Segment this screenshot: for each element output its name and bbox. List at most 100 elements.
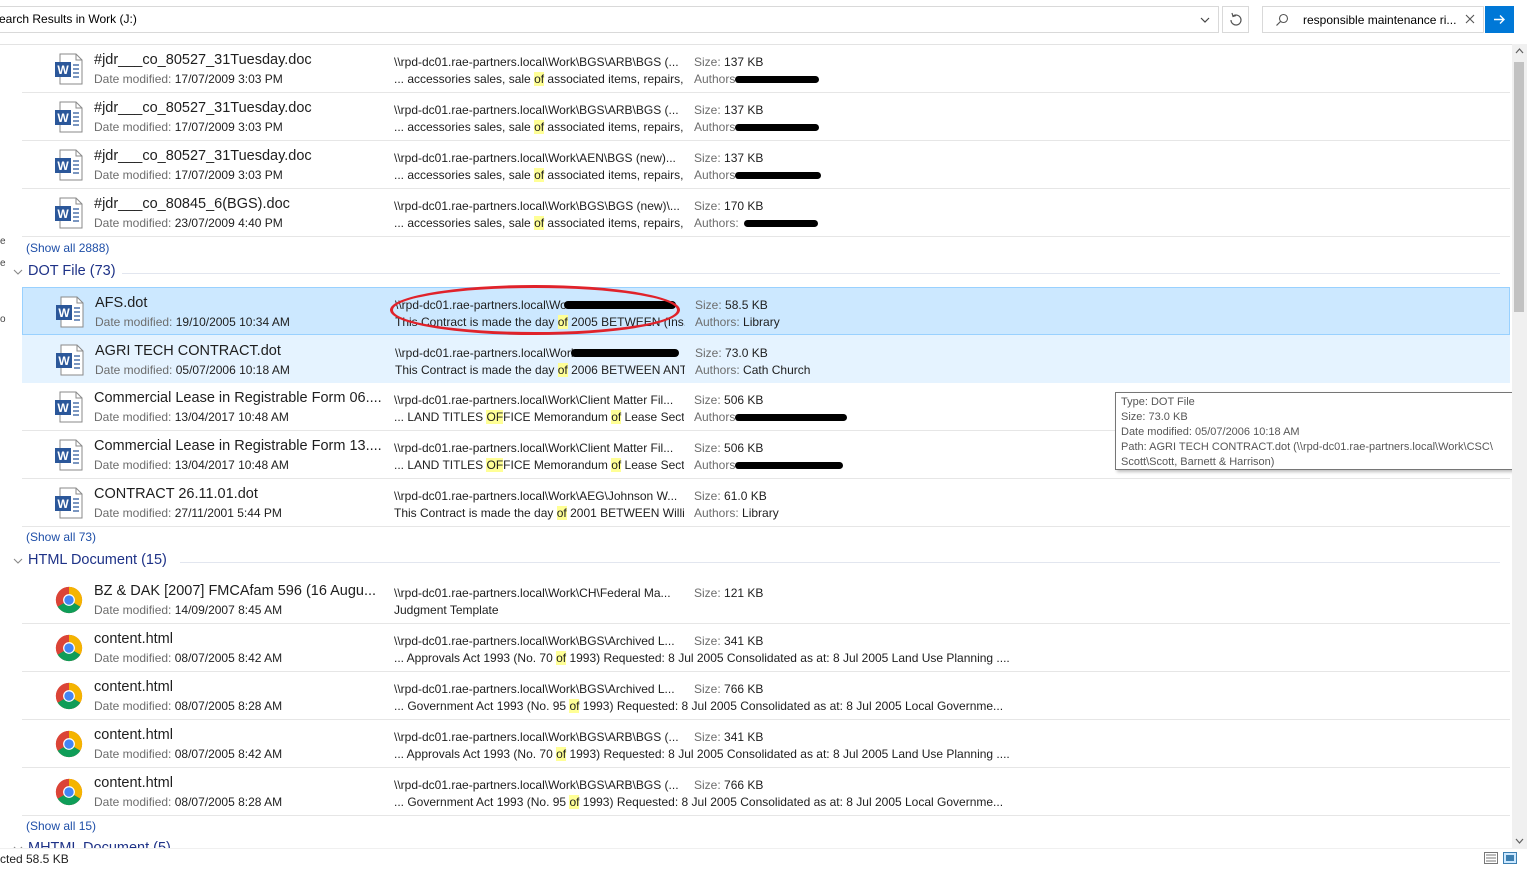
file-path: \\rpd-dc01.rae-partners.local\Work\BGS\A…: [394, 634, 675, 648]
chrome-icon: [55, 586, 83, 614]
file-name[interactable]: AFS.dot: [95, 295, 385, 311]
large-icons-view-icon[interactable]: [1503, 852, 1517, 864]
list-item[interactable]: W #jdr___co_80845_6(BGS).doc Date modifi…: [22, 189, 1510, 237]
search-input[interactable]: responsible maintenance ri...: [1303, 13, 1461, 27]
list-item[interactable]: content.html Date modified: 08/07/2005 8…: [22, 768, 1510, 816]
file-name[interactable]: #jdr___co_80527_31Tuesday.doc: [94, 148, 384, 164]
list-item[interactable]: content.html Date modified: 08/07/2005 8…: [22, 720, 1510, 768]
date-modified: Date modified: 08/07/2005 8:42 AM: [94, 747, 283, 761]
file-name[interactable]: #jdr___co_80527_31Tuesday.doc: [94, 52, 384, 68]
date-modified: Date modified: 17/07/2009 3:03 PM: [94, 120, 283, 134]
scroll-down-icon[interactable]: [1515, 838, 1524, 844]
list-item[interactable]: W #jdr___co_80527_31Tuesday.doc Date mod…: [22, 45, 1510, 93]
scrollbar-thumb[interactable]: [1514, 62, 1524, 312]
date-modified: Date modified: 23/07/2009 4:40 PM: [94, 216, 283, 230]
tooltip-type: Type: DOT File: [1121, 396, 1195, 408]
word-document-icon: W: [55, 197, 83, 229]
date-modified: Date modified: 17/07/2009 3:03 PM: [94, 72, 283, 86]
svg-text:W: W: [57, 111, 69, 125]
list-item-hovered[interactable]: W AGRI TECH CONTRACT.dot Date modified: …: [22, 335, 1510, 383]
file-name[interactable]: BZ & DAK [2007] FMCAfam 596 (16 Augu...: [94, 583, 384, 599]
file-name[interactable]: Commercial Lease in Registrable Form 06.…: [94, 390, 384, 406]
annotation-circle: [390, 285, 680, 335]
list-item[interactable]: content.html Date modified: 08/07/2005 8…: [22, 624, 1510, 672]
group-title: HTML Document (15): [28, 552, 167, 568]
file-path: \\rpd-dc01.rae-partners.local\Work\BGS\A…: [394, 103, 679, 117]
file-size: Size: 170 KB: [694, 199, 764, 213]
date-modified: Date modified: 17/07/2009 3:03 PM: [94, 168, 283, 182]
file-name[interactable]: content.html: [94, 679, 384, 695]
group-header-mhtml[interactable]: MHTML Document (5): [12, 839, 1512, 848]
file-size: Size: 341 KB: [694, 634, 764, 648]
file-name[interactable]: content.html: [94, 775, 384, 791]
date-modified: Date modified: 05/07/2006 10:18 AM: [95, 363, 290, 377]
redaction-mark: [734, 124, 819, 132]
file-name[interactable]: CONTRACT 26.11.01.dot: [94, 486, 384, 502]
redaction-mark: [734, 172, 821, 180]
file-name[interactable]: content.html: [94, 631, 384, 647]
file-authors: Authors:: [694, 410, 847, 424]
file-path: \\rpd-dc01.rae-partners.local\Work\AEN\B…: [394, 151, 676, 165]
content-snippet: ... accessories sales, sale of associate…: [394, 72, 684, 86]
show-all-link[interactable]: (Show all 15): [26, 819, 96, 833]
word-document-icon: W: [55, 101, 83, 133]
list-item-selected[interactable]: W AFS.dot Date modified: 19/10/2005 10:3…: [22, 287, 1510, 335]
list-item[interactable]: W CONTRACT 26.11.01.dot Date modified: 2…: [22, 479, 1510, 527]
file-name[interactable]: Commercial Lease in Registrable Form 13.…: [94, 438, 384, 454]
date-modified: Date modified: 14/09/2007 8:45 AM: [94, 603, 283, 617]
file-size: Size: 766 KB: [694, 682, 764, 696]
list-item[interactable]: W #jdr___co_80527_31Tuesday.doc Date mod…: [22, 93, 1510, 141]
address-bar[interactable]: earch Results in Work (J:): [0, 6, 1219, 33]
content-snippet: ... Government Act 1993 (No. 95 of 1993)…: [394, 795, 1004, 809]
group-header-html[interactable]: HTML Document (15): [12, 551, 1512, 573]
refresh-button[interactable]: [1222, 6, 1249, 33]
close-icon[interactable]: [1462, 11, 1478, 27]
file-authors: Authors:: [694, 216, 819, 230]
show-all-link[interactable]: (Show all 73): [26, 530, 96, 544]
chrome-icon: [55, 682, 83, 710]
search-go-button[interactable]: [1485, 6, 1514, 33]
address-text: earch Results in Work (J:): [0, 12, 137, 26]
file-name[interactable]: AGRI TECH CONTRACT.dot: [95, 343, 385, 359]
file-path: \\rpd-dc01.rae-partners.local\Work\BGS\B…: [394, 199, 680, 213]
date-modified: Date modified: 08/07/2005 8:28 AM: [94, 699, 283, 713]
scroll-up-icon[interactable]: [1515, 48, 1524, 54]
file-authors: Authors:: [694, 458, 843, 472]
chrome-icon: [55, 730, 83, 758]
arrow-right-icon: [1494, 15, 1505, 24]
content-snippet: This Contract is made the day of 2001 BE…: [394, 506, 684, 520]
date-modified: Date modified: 19/10/2005 10:34 AM: [95, 315, 290, 329]
file-name[interactable]: content.html: [94, 727, 384, 743]
word-template-icon: W: [56, 344, 84, 376]
show-all-link[interactable]: (Show all 2888): [26, 241, 109, 255]
list-item[interactable]: W #jdr___co_80527_31Tuesday.doc Date mod…: [22, 141, 1510, 189]
chevron-down-icon[interactable]: [1196, 11, 1214, 29]
file-authors: Authors:: [694, 120, 819, 134]
word-template-icon: W: [55, 439, 83, 471]
file-size: Size: 73.0 KB: [695, 346, 768, 360]
file-authors: Authors:: [694, 168, 821, 182]
redaction-mark: [734, 76, 819, 84]
list-item[interactable]: BZ & DAK [2007] FMCAfam 596 (16 Augu... …: [22, 576, 1510, 624]
word-template-icon: W: [55, 391, 83, 423]
group-header-dot[interactable]: DOT File (73): [12, 262, 1512, 284]
group-title: DOT File (73): [28, 263, 116, 279]
details-view-icon[interactable]: [1484, 852, 1498, 864]
date-modified: Date modified: 08/07/2005 8:28 AM: [94, 795, 283, 809]
word-document-icon: W: [55, 149, 83, 181]
file-name[interactable]: #jdr___co_80527_31Tuesday.doc: [94, 100, 384, 116]
file-size: Size: 506 KB: [694, 441, 764, 455]
content-snippet: Judgment Template: [394, 603, 499, 617]
list-item[interactable]: content.html Date modified: 08/07/2005 8…: [22, 672, 1510, 720]
search-box[interactable]: responsible maintenance ri...: [1262, 6, 1484, 33]
word-template-icon: W: [56, 296, 84, 328]
chevron-down-icon: [13, 558, 23, 564]
vertical-scrollbar[interactable]: [1512, 44, 1527, 848]
chevron-down-icon: [13, 269, 23, 275]
file-name[interactable]: #jdr___co_80845_6(BGS).doc: [94, 196, 384, 212]
file-info-tooltip: Type: DOT File Size: 73.0 KB Date modifi…: [1115, 392, 1524, 470]
file-path: \\rpd-dc01.rae-partners.local\Work\Clien…: [394, 393, 674, 407]
redaction-mark: [734, 462, 843, 470]
tooltip-path: Path: AGRI TECH CONTRACT.dot (\\rpd-dc01…: [1121, 441, 1493, 453]
file-path: \\rpd-dc01.rae-partners.local\Work\BGS\A…: [394, 778, 679, 792]
